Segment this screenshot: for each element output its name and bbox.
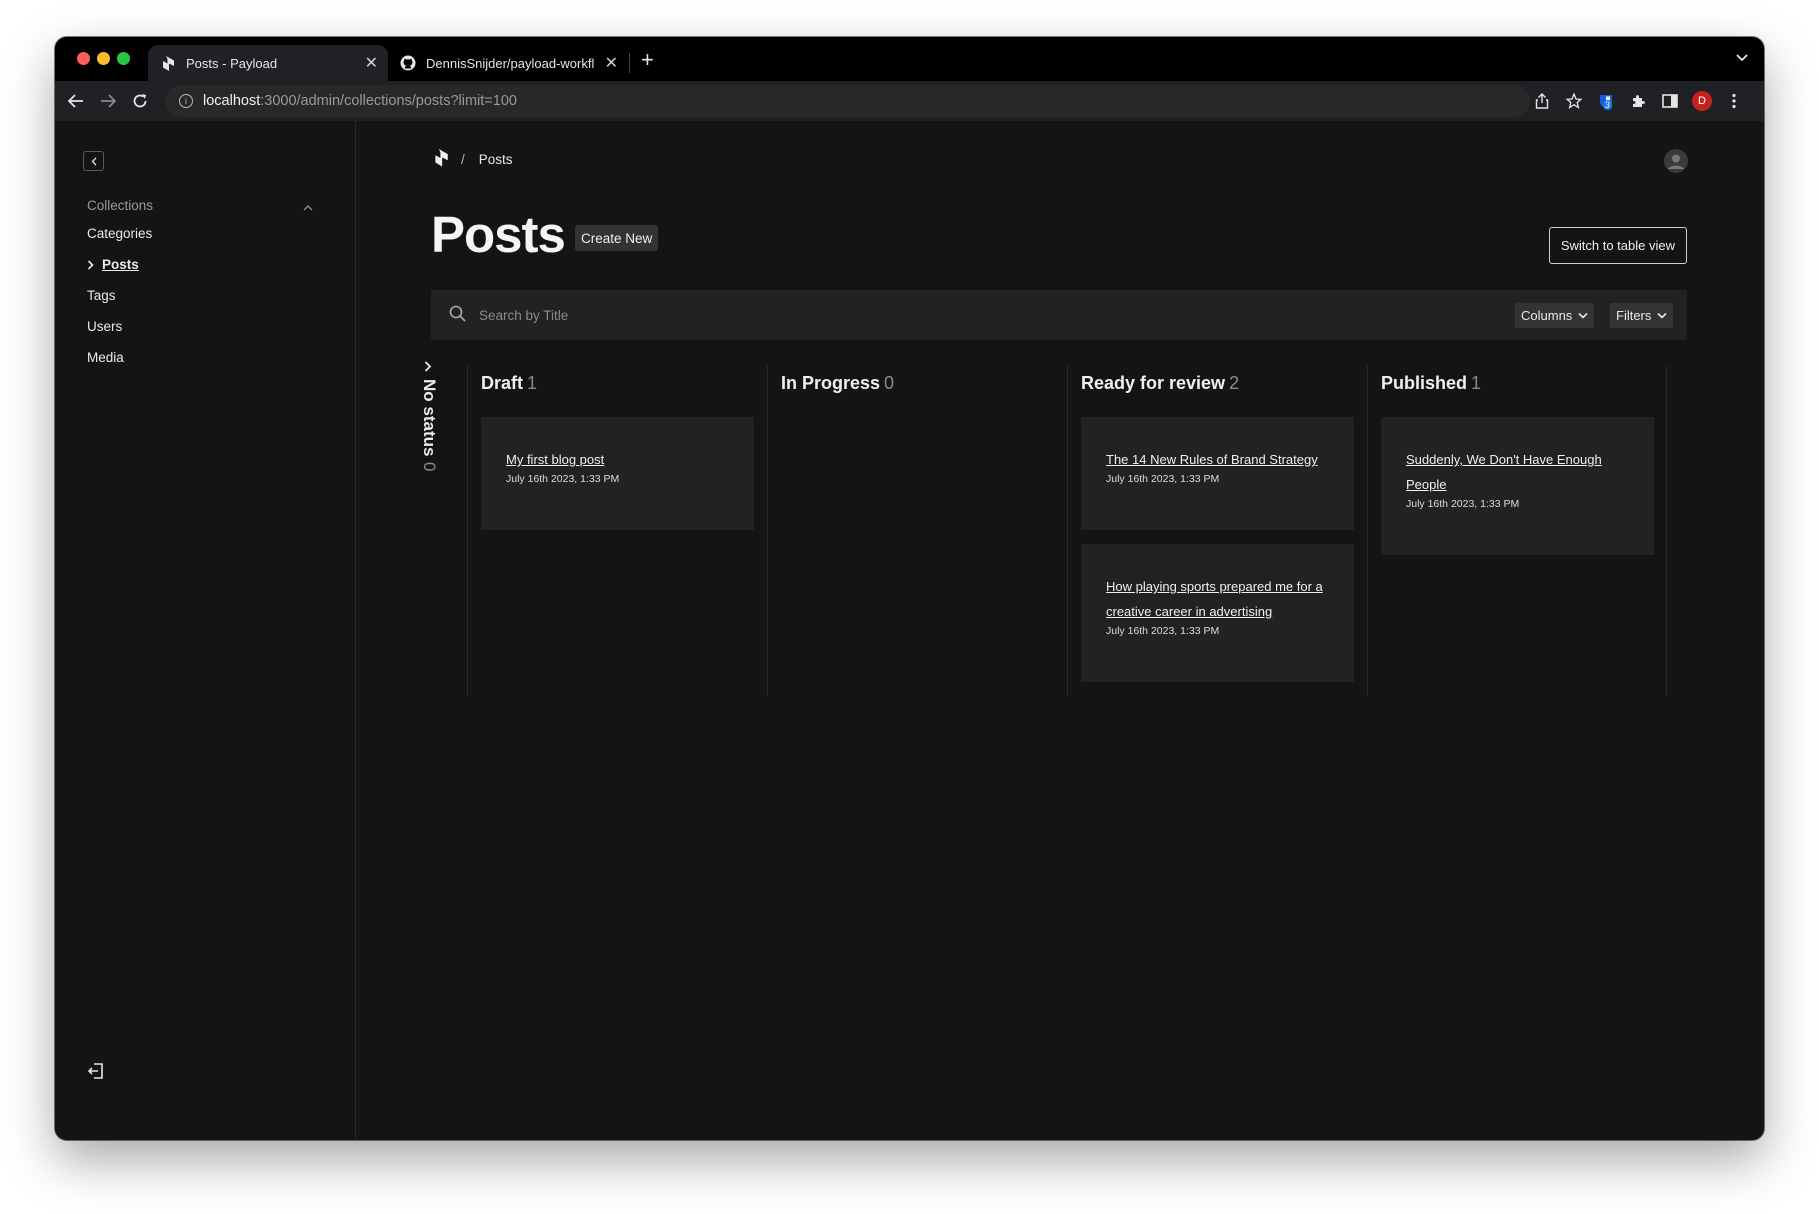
post-title-link[interactable]: Suddenly, We Don't Have Enough People [1406,447,1629,497]
browser-tab-github[interactable]: DennisSnijder/payload-workfl ✕ [388,45,628,81]
column-count: 1 [1471,373,1482,393]
post-title-link[interactable]: How playing sports prepared me for a cre… [1106,574,1329,624]
account-avatar-icon[interactable] [1664,149,1688,173]
browser-tab-payload[interactable]: Posts - Payload ✕ [148,45,388,81]
column-count: 0 [884,373,895,393]
columns-label: Columns [1521,308,1573,323]
extension-badge: 3 [1603,100,1613,110]
browser-menu-icon[interactable] [1723,90,1745,112]
browser-toolbar: i localhost:3000/admin/collections/posts… [55,81,1764,121]
column-count: 2 [1229,373,1240,393]
tab-title: Posts - Payload [186,55,278,71]
search-input[interactable] [479,302,1279,328]
sidebar-item-posts[interactable]: Posts [87,257,139,272]
forward-icon[interactable] [97,90,119,112]
main-content: / Posts Posts Create New Switch to table… [357,121,1764,1140]
filters-label: Filters [1616,308,1652,323]
chevron-down-icon [1657,312,1667,319]
column-count: 0 [420,462,439,472]
sidebar-item-categories[interactable]: Categories [87,226,152,241]
profile-avatar[interactable]: D [1691,90,1713,112]
minimize-window-button[interactable] [97,52,110,65]
bookmark-star-icon[interactable] [1563,90,1585,112]
back-icon[interactable] [65,90,87,112]
list-controls: Columns Filters [431,290,1687,340]
column-title: Ready for review 2 [1081,373,1240,393]
collapse-sidebar-button[interactable] [83,151,104,171]
payload-admin-app: Collections Categories Posts Tags Users … [55,121,1764,1140]
tab-title: DennisSnijder/payload-workfl [426,55,595,71]
url-host: localhost [203,93,261,109]
logout-icon[interactable] [87,1062,105,1085]
chevron-right-icon [87,259,94,270]
github-icon [400,55,416,71]
expand-chevron-icon[interactable] [424,359,432,377]
chevron-up-icon[interactable] [303,198,313,216]
nav-group-label[interactable]: Collections [87,198,153,213]
breadcrumb: / Posts [433,149,513,170]
post-date: July 16th 2023, 1:33 PM [1106,473,1220,485]
create-new-button[interactable]: Create New [575,225,659,251]
breadcrumb-current: Posts [478,152,513,167]
extensions-puzzle-icon[interactable] [1627,90,1649,112]
tab-bar: Posts - Payload ✕ DennisSnijder/payload-… [55,37,1764,81]
post-date: July 16th 2023, 1:33 PM [506,473,620,485]
post-date: July 16th 2023, 1:33 PM [1406,498,1520,510]
board-column-in-progress: In Progress 0 [767,366,1067,696]
columns-toggle-button[interactable]: Columns [1515,303,1595,328]
address-bar[interactable]: i localhost:3000/admin/collections/posts… [165,85,1530,117]
post-card[interactable]: Suddenly, We Don't Have Enough People Ju… [1381,417,1654,555]
column-title: In Progress 0 [781,373,895,393]
password-manager-extension-icon[interactable]: 3 [1595,90,1617,112]
new-tab-icon[interactable]: + [641,47,654,73]
sidebar-item-label: Posts [102,257,139,272]
chevron-left-icon [91,157,96,165]
sidebar: Collections Categories Posts Tags Users … [55,121,356,1140]
side-panel-icon[interactable] [1659,90,1681,112]
payload-logo-icon [160,55,176,71]
page-title: Posts [431,206,566,263]
no-status-column[interactable]: No status0 [419,359,449,499]
board-column-draft: Draft 1 My first blog post July 16th 2023… [467,366,767,696]
payload-home-icon[interactable] [433,149,449,170]
tab-search-chevron-icon[interactable] [1736,49,1748,67]
column-count: 1 [527,373,538,393]
url-path: :3000/admin/collections/posts?limit=100 [260,93,517,109]
tab-separator [629,53,630,73]
reload-icon[interactable] [129,90,151,112]
maximize-window-button[interactable] [117,52,130,65]
close-tab-icon[interactable]: ✕ [605,53,618,73]
site-info-icon[interactable]: i [179,94,193,108]
breadcrumb-separator: / [461,152,465,167]
post-card[interactable]: How playing sports prepared me for a cre… [1081,544,1354,682]
sidebar-item-media[interactable]: Media [87,350,124,365]
search-icon [449,305,466,327]
post-title-link[interactable]: The 14 New Rules of Brand Strategy [1106,447,1329,472]
post-title-link[interactable]: My first blog post [506,447,729,472]
board-column-published: Published 1 Suddenly, We Don't Have Enoug… [1367,366,1667,696]
filters-toggle-button[interactable]: Filters [1610,303,1674,328]
board-column-ready-for-review: Ready for review 2 The 14 New Rules of Br… [1067,366,1367,696]
post-card[interactable]: The 14 New Rules of Brand Strategy July … [1081,417,1354,530]
post-card[interactable]: My first blog post July 16th 2023, 1:33 … [481,417,754,530]
close-tab-icon[interactable]: ✕ [365,53,378,73]
post-date: July 16th 2023, 1:33 PM [1106,625,1220,637]
close-window-button[interactable] [77,52,90,65]
column-title: Published 1 [1381,373,1482,393]
column-title: Draft 1 [481,373,538,393]
no-status-label: No status0 [420,379,439,472]
sidebar-item-users[interactable]: Users [87,319,122,334]
sidebar-item-tags[interactable]: Tags [87,288,116,303]
switch-to-table-view-button[interactable]: Switch to table view [1548,227,1687,264]
chevron-down-icon [1578,312,1588,319]
share-icon[interactable] [1531,90,1553,112]
browser-window: Posts - Payload ✕ DennisSnijder/payload-… [55,37,1764,1140]
